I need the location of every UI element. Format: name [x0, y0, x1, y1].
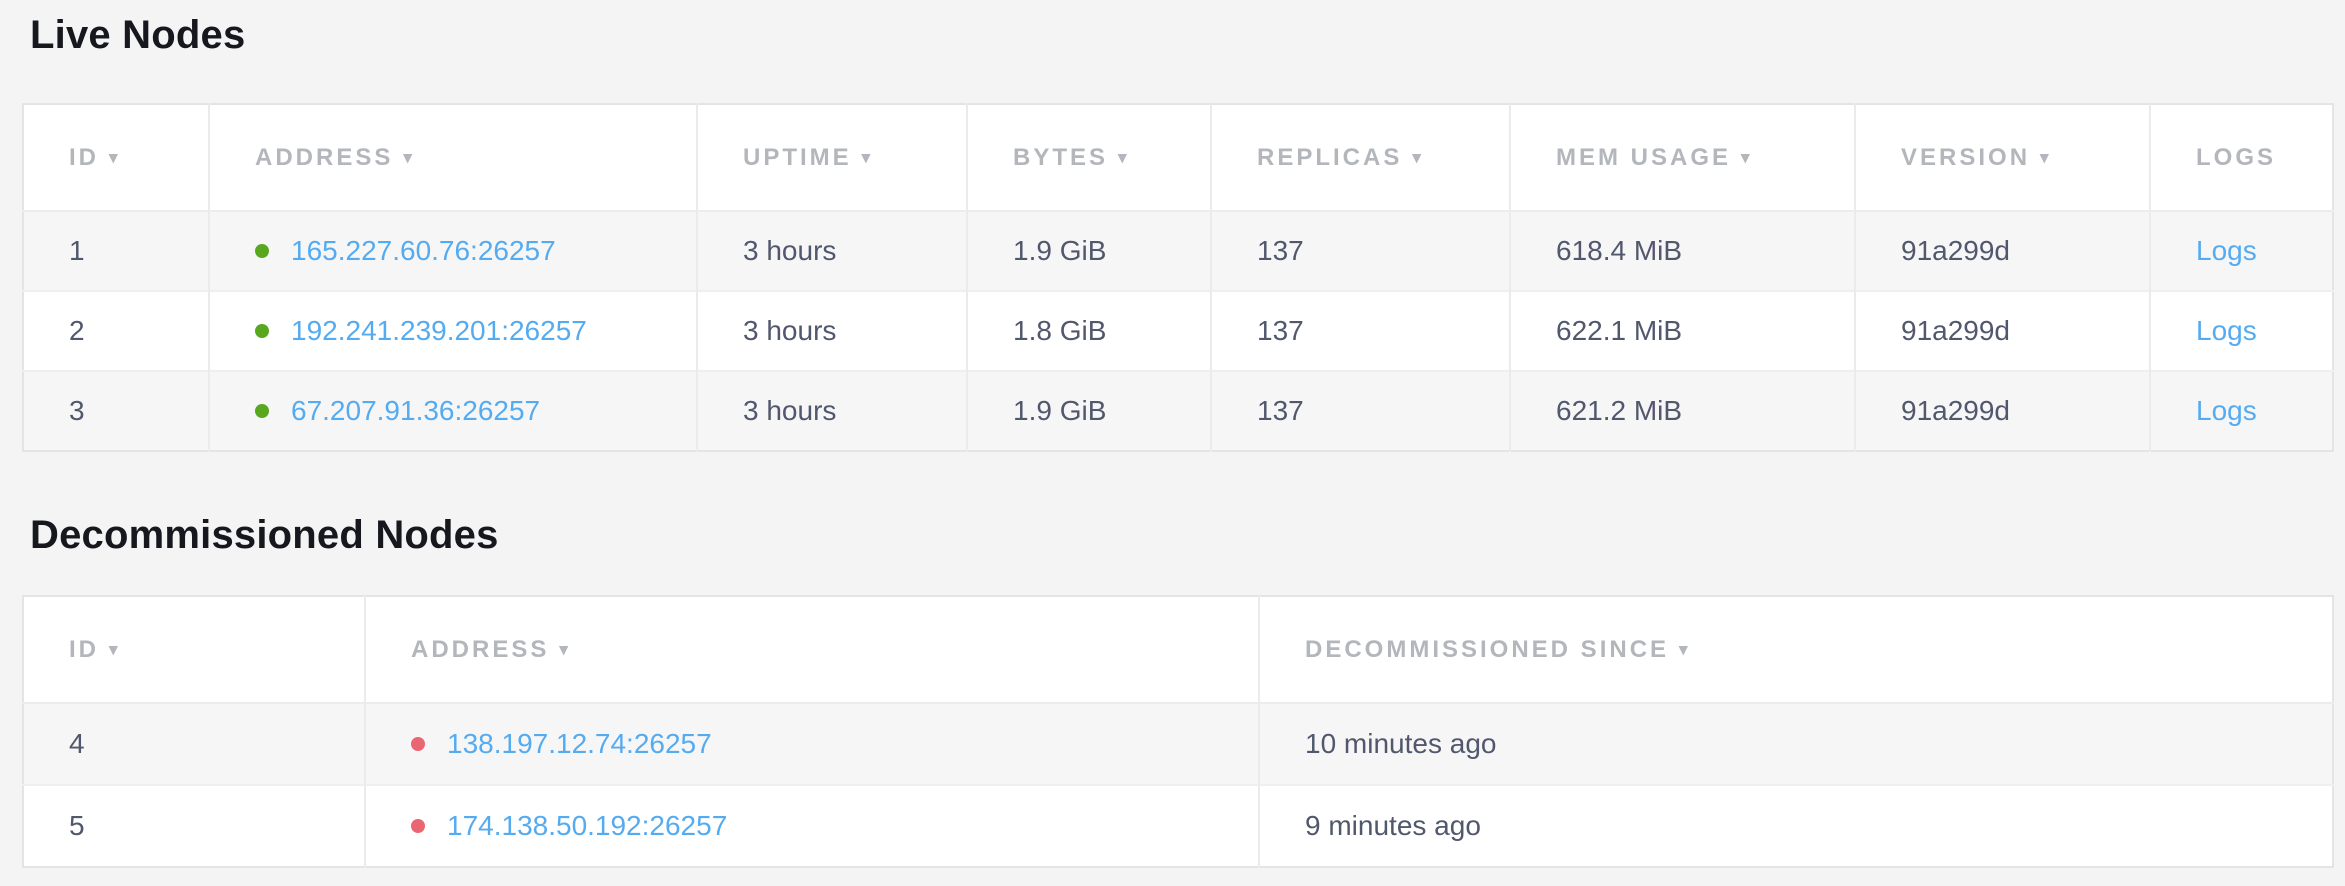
- node-address-link[interactable]: 192.241.239.201:26257: [291, 315, 587, 346]
- live-col-replicas[interactable]: REPLICAS ▾: [1211, 104, 1510, 211]
- header-row: ID ▾ ADDRESS ▾ DECOMMISSIONED SINCE ▾: [23, 596, 2333, 703]
- live-col-mem-usage[interactable]: MEM USAGE ▾: [1510, 104, 1855, 211]
- decommissioned-nodes-title: Decommissioned Nodes: [0, 452, 2345, 556]
- cell-node-address: 192.241.239.201:26257: [209, 291, 697, 371]
- live-nodes-title: Live Nodes: [0, 0, 2345, 56]
- column-label: ID: [69, 636, 99, 663]
- cell-node-address: 138.197.12.74:26257: [365, 703, 1259, 785]
- cell-node-address: 174.138.50.192:26257: [365, 785, 1259, 867]
- sort-arrow-icon: ▾: [1679, 640, 1691, 660]
- decommissioned-nodes-header: ID ▾ ADDRESS ▾ DECOMMISSIONED SINCE ▾: [23, 596, 2333, 703]
- cell-bytes: 1.9 GiB: [967, 371, 1211, 451]
- cell-node-id: 5: [23, 785, 365, 867]
- cell-mem-usage: 621.2 MiB: [1510, 371, 1855, 451]
- cell-mem-usage: 618.4 MiB: [1510, 211, 1855, 291]
- cell-uptime: 3 hours: [697, 211, 967, 291]
- cell-uptime: 3 hours: [697, 291, 967, 371]
- table-row: 5 174.138.50.192:26257 9 minutes ago: [23, 785, 2333, 867]
- cell-version: 91a299d: [1855, 291, 2150, 371]
- cell-node-id: 2: [23, 291, 209, 371]
- column-label: DECOMMISSIONED SINCE: [1305, 636, 1669, 663]
- sort-arrow-icon: ▾: [559, 640, 571, 660]
- decommissioned-col-since[interactable]: DECOMMISSIONED SINCE ▾: [1259, 596, 2333, 703]
- decommissioned-col-address[interactable]: ADDRESS ▾: [365, 596, 1259, 703]
- cell-logs: Logs: [2150, 291, 2333, 371]
- node-address-link[interactable]: 165.227.60.76:26257: [291, 235, 556, 266]
- column-label: ADDRESS: [411, 636, 549, 663]
- cell-version: 91a299d: [1855, 371, 2150, 451]
- sort-arrow-icon: ▾: [862, 148, 874, 168]
- logs-link[interactable]: Logs: [2196, 395, 2257, 426]
- cell-replicas: 137: [1211, 371, 1510, 451]
- cell-bytes: 1.8 GiB: [967, 291, 1211, 371]
- cell-logs: Logs: [2150, 371, 2333, 451]
- decommissioned-status-dot-icon: [411, 737, 425, 751]
- cell-bytes: 1.9 GiB: [967, 211, 1211, 291]
- cell-decommissioned-since: 9 minutes ago: [1259, 785, 2333, 867]
- cell-node-id: 4: [23, 703, 365, 785]
- column-label: ID: [69, 144, 99, 171]
- column-label: VERSION: [1901, 144, 2030, 171]
- cell-mem-usage: 622.1 MiB: [1510, 291, 1855, 371]
- node-address-link[interactable]: 67.207.91.36:26257: [291, 395, 540, 426]
- live-col-address[interactable]: ADDRESS ▾: [209, 104, 697, 211]
- column-label: LOGS: [2196, 144, 2276, 171]
- logs-link[interactable]: Logs: [2196, 315, 2257, 346]
- sort-arrow-icon: ▾: [403, 148, 415, 168]
- live-col-uptime[interactable]: UPTIME ▾: [697, 104, 967, 211]
- live-status-dot-icon: [255, 244, 269, 258]
- cell-version: 91a299d: [1855, 211, 2150, 291]
- sort-arrow-icon: ▾: [2040, 148, 2052, 168]
- nodes-overview-page: Live Nodes ID ▾ ADDRESS ▾ UPTIME ▾ BYTES ▾ R…: [0, 0, 2345, 868]
- decommissioned-nodes-table: ID ▾ ADDRESS ▾ DECOMMISSIONED SINCE ▾ 4 138…: [22, 595, 2334, 868]
- decommissioned-col-id[interactable]: ID ▾: [23, 596, 365, 703]
- sort-arrow-icon: ▾: [109, 640, 121, 660]
- cell-uptime: 3 hours: [697, 371, 967, 451]
- cell-node-address: 165.227.60.76:26257: [209, 211, 697, 291]
- live-status-dot-icon: [255, 324, 269, 338]
- table-row: 4 138.197.12.74:26257 10 minutes ago: [23, 703, 2333, 785]
- live-nodes-table: ID ▾ ADDRESS ▾ UPTIME ▾ BYTES ▾ REPLICAS ▾ ME…: [22, 103, 2334, 452]
- column-label: ADDRESS: [255, 144, 393, 171]
- node-address-link[interactable]: 174.138.50.192:26257: [447, 810, 727, 841]
- column-label: BYTES: [1013, 144, 1108, 171]
- cell-node-id: 3: [23, 371, 209, 451]
- table-row: 1 165.227.60.76:26257 3 hours 1.9 GiB 13…: [23, 211, 2333, 291]
- table-row: 3 67.207.91.36:26257 3 hours 1.9 GiB 137…: [23, 371, 2333, 451]
- live-col-version[interactable]: VERSION ▾: [1855, 104, 2150, 211]
- sort-arrow-icon: ▾: [1741, 148, 1753, 168]
- sort-arrow-icon: ▾: [109, 148, 121, 168]
- live-col-bytes[interactable]: BYTES ▾: [967, 104, 1211, 211]
- column-label: UPTIME: [743, 144, 852, 171]
- cell-replicas: 137: [1211, 291, 1510, 371]
- cell-logs: Logs: [2150, 211, 2333, 291]
- live-status-dot-icon: [255, 404, 269, 418]
- table-row: 2 192.241.239.201:26257 3 hours 1.8 GiB …: [23, 291, 2333, 371]
- cell-replicas: 137: [1211, 211, 1510, 291]
- logs-link[interactable]: Logs: [2196, 235, 2257, 266]
- live-col-logs: LOGS: [2150, 104, 2333, 211]
- live-col-id[interactable]: ID ▾: [23, 104, 209, 211]
- cell-node-id: 1: [23, 211, 209, 291]
- node-address-link[interactable]: 138.197.12.74:26257: [447, 728, 712, 759]
- column-label: REPLICAS: [1257, 144, 1402, 171]
- sort-arrow-icon: ▾: [1118, 148, 1130, 168]
- sort-arrow-icon: ▾: [1412, 148, 1424, 168]
- cell-decommissioned-since: 10 minutes ago: [1259, 703, 2333, 785]
- cell-node-address: 67.207.91.36:26257: [209, 371, 697, 451]
- header-row: ID ▾ ADDRESS ▾ UPTIME ▾ BYTES ▾ REPLICAS ▾ ME…: [23, 104, 2333, 211]
- decommissioned-status-dot-icon: [411, 819, 425, 833]
- column-label: MEM USAGE: [1556, 144, 1731, 171]
- live-nodes-header: ID ▾ ADDRESS ▾ UPTIME ▾ BYTES ▾ REPLICAS ▾ ME…: [23, 104, 2333, 211]
